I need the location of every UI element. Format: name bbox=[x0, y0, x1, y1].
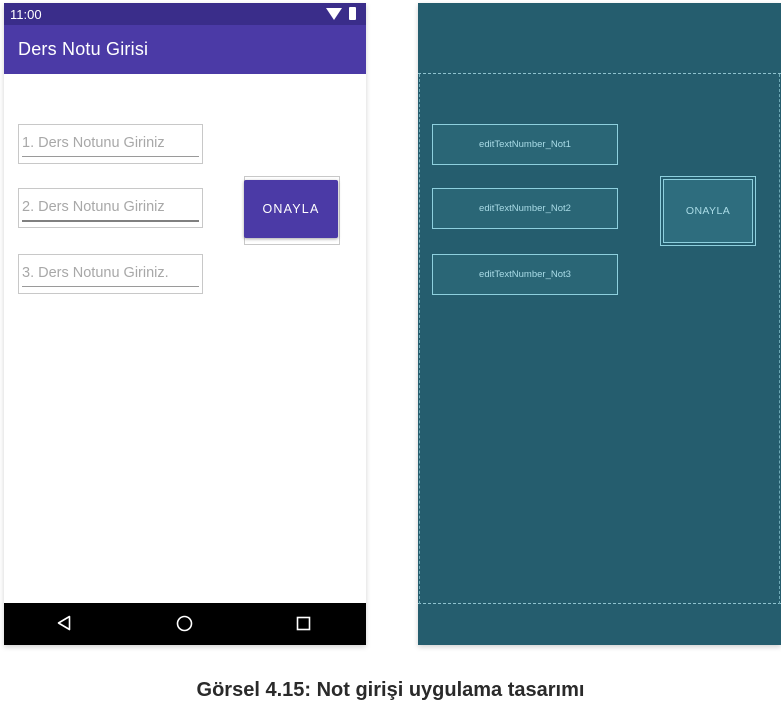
wifi-icon bbox=[326, 8, 342, 20]
blueprint-confirm-button[interactable]: ONAYLA bbox=[663, 179, 753, 243]
blueprint-bottom-guide bbox=[418, 603, 781, 604]
design-preview: 11:00 Ders Notu Girisi 1. Ders Notunu Gi… bbox=[4, 3, 366, 645]
app-title: Ders Notu Girisi bbox=[18, 39, 149, 59]
blueprint-field-1[interactable]: editTextNumber_Not1 bbox=[432, 124, 618, 165]
recents-icon[interactable] bbox=[296, 616, 311, 631]
app-bar: Ders Notu Girisi bbox=[4, 25, 366, 74]
blueprint-top-guide bbox=[418, 73, 781, 74]
grade-input-3-hint: 3. Ders Notunu Giriniz. bbox=[22, 265, 169, 281]
grade-input-2[interactable]: 2. Ders Notunu Giriniz bbox=[18, 188, 203, 228]
battery-icon bbox=[349, 7, 356, 20]
status-time: 11:00 bbox=[10, 7, 42, 22]
grade-input-3[interactable]: 3. Ders Notunu Giriniz. bbox=[18, 254, 203, 294]
input-underline bbox=[22, 220, 199, 222]
navigation-bar bbox=[4, 603, 366, 645]
back-icon[interactable] bbox=[57, 615, 71, 631]
blueprint-field-2[interactable]: editTextNumber_Not2 bbox=[432, 188, 618, 229]
blueprint-left-guide bbox=[419, 74, 420, 604]
status-bar: 11:00 bbox=[4, 3, 366, 25]
grade-input-1-hint: 1. Ders Notunu Giriniz bbox=[22, 135, 165, 151]
input-underline bbox=[22, 286, 199, 287]
figure-caption: Görsel 4.15: Not girişi uygulama tasarım… bbox=[196, 679, 585, 701]
grade-input-2-hint: 2. Ders Notunu Giriniz bbox=[22, 199, 165, 215]
grade-input-1[interactable]: 1. Ders Notunu Giriniz bbox=[18, 124, 203, 164]
home-icon[interactable] bbox=[176, 615, 193, 632]
blueprint-preview: editTextNumber_Not1 editTextNumber_Not2 … bbox=[418, 3, 781, 645]
blueprint-field-3[interactable]: editTextNumber_Not3 bbox=[432, 254, 618, 295]
confirm-button[interactable]: ONAYLA bbox=[244, 180, 338, 238]
blueprint-right-guide bbox=[779, 74, 780, 604]
input-underline bbox=[22, 156, 199, 157]
